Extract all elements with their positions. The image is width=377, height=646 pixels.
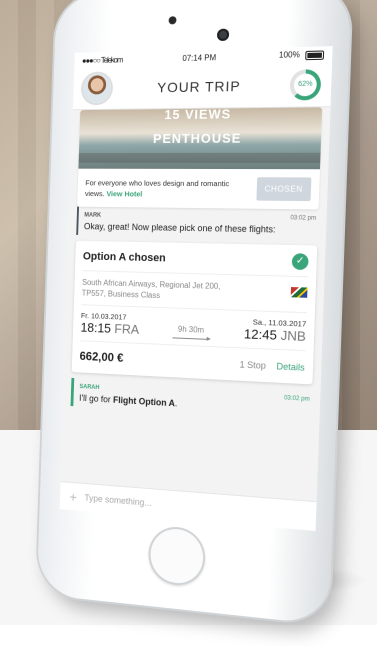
hotel-description: For everyone who loves design and romant…	[85, 177, 230, 200]
sender-name: MARK	[84, 213, 101, 219]
airline-info: South African Airways, Regional Jet 200,…	[82, 277, 221, 303]
flight-option-title: Option A chosen	[83, 251, 166, 265]
app-screen: ●●●○○ Telekom 07:14 PM 100% YOUR TRIP 62…	[60, 46, 333, 531]
trip-progress: 62%	[289, 69, 321, 100]
hotel-image: 15 VIEWS PENTHOUSE	[78, 107, 322, 169]
view-hotel-link[interactable]: View Hotel	[106, 189, 142, 198]
hotel-bottom: For everyone who loves design and romant…	[77, 169, 320, 210]
flight-card[interactable]: Option A chosen ✓ South African Airways,…	[72, 241, 318, 385]
avatar[interactable]	[82, 73, 111, 103]
departure: Fr. 10.03.2017 18:15 FRA	[80, 311, 139, 337]
message-text: Okay, great! Now please pick one of thes…	[84, 221, 316, 235]
arrow-right-icon	[172, 337, 209, 340]
hotel-name: PENTHOUSE	[79, 130, 321, 146]
battery-icon	[305, 50, 324, 60]
price-right: 1 Stop Details	[239, 354, 305, 375]
status-time: 07:14 PM	[182, 53, 216, 63]
check-icon: ✓	[292, 253, 309, 270]
battery-label: 100%	[279, 50, 300, 60]
depart-time: 18:15	[80, 320, 111, 336]
hotel-card: 15 VIEWS PENTHOUSE For everyone who love…	[77, 107, 322, 209]
arrive-code: JNB	[280, 328, 306, 344]
stop-count: 1 Stop	[239, 359, 266, 370]
phone-device: ●●●○○ Telekom 07:14 PM 100% YOUR TRIP 62…	[36, 0, 352, 646]
message-time: 03:02 pm	[290, 215, 316, 222]
message-time: 03:02 pm	[284, 395, 310, 403]
depart-time-row: 18:15 FRA	[80, 320, 139, 337]
arrival: Sa., 11.03.2017 12:45 JNB	[244, 317, 307, 344]
airline-flag-icon	[291, 287, 308, 298]
battery-status: 100%	[279, 50, 324, 61]
arrive-time: 12:45	[244, 326, 277, 343]
flight-duration: 9h 30m	[172, 324, 210, 340]
progress-label: 62%	[289, 69, 321, 100]
arrive-time-row: 12:45 JNB	[244, 326, 306, 344]
message-text-prefix: I'll go for	[79, 393, 113, 405]
carrier-signal: ●●●○○ Telekom	[82, 55, 123, 65]
message-sarah: SARAH 03:02 pm I'll go for Flight Option…	[71, 378, 321, 421]
chosen-button[interactable]: CHOSEN	[256, 177, 311, 201]
plus-icon[interactable]: +	[69, 489, 77, 505]
image-rail	[79, 153, 321, 163]
depart-code: FRA	[114, 321, 139, 337]
message-header: MARK 03:02 pm	[84, 213, 316, 222]
flight-price: 662,00 €	[79, 349, 123, 365]
message-text-suffix: .	[175, 398, 178, 408]
hotel-views: 15 VIEWS	[80, 107, 322, 123]
duration-label: 9h 30m	[172, 324, 210, 334]
message-input[interactable]: Type something...	[84, 493, 151, 508]
message-text-bold: Flight Option A	[113, 395, 175, 408]
page-title: YOUR TRIP	[157, 78, 241, 95]
sender-name: SARAH	[79, 384, 99, 391]
details-link[interactable]: Details	[276, 361, 305, 373]
message-mark: MARK 03:02 pm Okay, great! Now please pi…	[76, 207, 327, 240]
app-header: YOUR TRIP 62%	[73, 63, 332, 111]
